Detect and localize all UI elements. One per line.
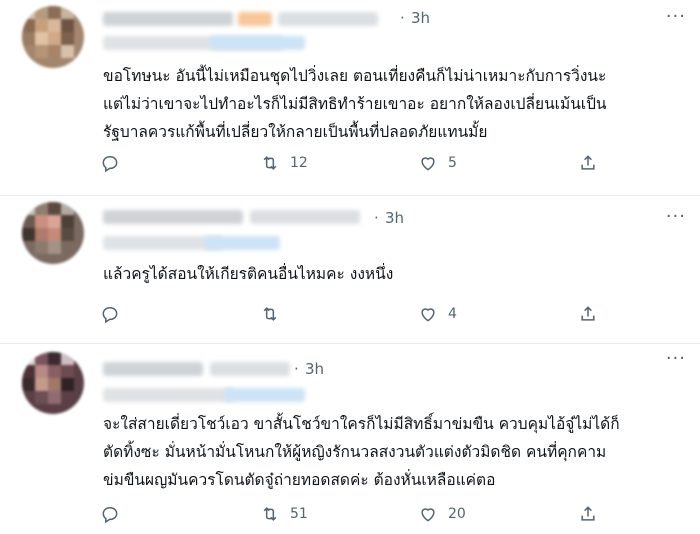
reply-icon	[102, 306, 118, 324]
retweet-icon	[263, 156, 277, 170]
tweet-timestamp[interactable]: 3h	[411, 9, 430, 27]
like-count: 5	[448, 155, 457, 171]
like-count: 20	[448, 506, 466, 522]
tweet-text: จะใส่สายเดี่ยวโชว์เอว ขาสั้นโชว์ขาใครก็ไ…	[103, 410, 688, 494]
tweet-3[interactable]: · 3h ··· จะใส่สายเดี่ยวโชว์เอว ขาสั้นโชว…	[0, 344, 700, 534]
reply-icon	[102, 155, 118, 173]
tweet-text-line: จะใส่สายเดี่ยวโชว์เอว ขาสั้นโชว์ขาใครก็ไ…	[103, 415, 620, 433]
author-name-blurred[interactable]	[103, 362, 203, 376]
like-icon	[421, 308, 435, 322]
author-handle-blurred[interactable]	[210, 362, 290, 376]
author-link-blurred	[205, 236, 280, 250]
share-button[interactable]	[578, 302, 598, 326]
retweet-button[interactable]: 12	[260, 151, 308, 175]
retweet-button[interactable]: 51	[260, 502, 308, 526]
reply-button[interactable]	[100, 302, 120, 326]
retweet-icon	[263, 307, 277, 321]
tweet-1[interactable]: · 3h ··· ขอโทษนะ อันนี้ไม่เหมือนชุดไปวิ่…	[0, 0, 700, 195]
tweet-text-line: ข่มขืนผญมันควรโดนตัดจู๋ถ่ายทอดสดค่ะ ต้อง…	[103, 471, 496, 489]
tweet-actions: 51 20	[100, 502, 600, 526]
like-count: 4	[448, 306, 457, 322]
tweet-text-line: แล้วครูได้สอนให้เกียรติคนอื่นไหมคะ งงหนึ…	[103, 265, 394, 283]
like-button[interactable]: 4	[418, 302, 457, 326]
like-button[interactable]: 20	[418, 502, 466, 526]
tweet-timestamp[interactable]: 3h	[305, 360, 324, 378]
like-icon	[421, 508, 435, 522]
tweet-2[interactable]: · 3h ··· แล้วครูได้สอนให้เกียรติคนอื่นไห…	[0, 196, 700, 343]
separator-dot: ·	[374, 209, 379, 227]
tweet-text: แล้วครูได้สอนให้เกียรติคนอื่นไหมคะ งงหนึ…	[103, 260, 688, 288]
author-name-blurred[interactable]	[103, 210, 243, 224]
separator-dot: ·	[294, 360, 299, 378]
more-icon[interactable]: ···	[666, 348, 686, 369]
tweet-text-line: รัฐบาลควรแก้พื้นที่เปลี่ยวให้กลายเป็นพื้…	[103, 123, 488, 141]
separator-dot: ·	[400, 9, 405, 27]
tweet-text-line: แต่ไม่ว่าเขาจะไปทำอะไรก็ไม่มีสิทธิทำร้าย…	[103, 95, 607, 113]
like-icon	[421, 157, 435, 171]
author-link-blurred	[225, 388, 305, 402]
reply-button[interactable]	[100, 151, 120, 175]
share-button[interactable]	[578, 151, 598, 175]
retweet-count: 12	[290, 155, 308, 171]
more-icon[interactable]: ···	[666, 206, 686, 227]
more-icon[interactable]: ···	[666, 6, 686, 27]
tweet-actions: 12 5	[100, 151, 600, 175]
tweet-actions: 4	[100, 302, 600, 326]
share-icon	[581, 506, 595, 521]
reply-icon	[102, 506, 118, 524]
author-emoji-blurred	[238, 12, 272, 26]
retweet-icon	[263, 507, 277, 521]
avatar[interactable]	[22, 6, 84, 68]
author-handle-blurred[interactable]	[278, 12, 378, 26]
retweet-count: 51	[290, 506, 308, 522]
author-bio-blurred	[103, 388, 233, 402]
share-button[interactable]	[578, 502, 598, 526]
tweet-text-line: ขอโทษนะ อันนี้ไม่เหมือนชุดไปวิ่งเลย ตอนเ…	[103, 67, 607, 85]
author-link-blurred	[210, 36, 305, 50]
tweet-text-line: ตัดทิ้งซะ มั่นหน้ามั่นโหนกให้ผู้หญิงรักน…	[103, 443, 607, 461]
like-button[interactable]: 5	[418, 151, 457, 175]
author-handle-blurred[interactable]	[250, 210, 360, 224]
share-icon	[581, 155, 595, 170]
reply-button[interactable]	[100, 502, 120, 526]
tweet-text: ขอโทษนะ อันนี้ไม่เหมือนชุดไปวิ่งเลย ตอนเ…	[103, 62, 688, 146]
retweet-button[interactable]	[260, 302, 290, 326]
share-icon	[581, 306, 595, 321]
avatar[interactable]	[22, 352, 84, 414]
avatar[interactable]	[22, 202, 84, 264]
tweet-timestamp[interactable]: 3h	[385, 209, 404, 227]
author-name-blurred[interactable]	[103, 12, 233, 26]
